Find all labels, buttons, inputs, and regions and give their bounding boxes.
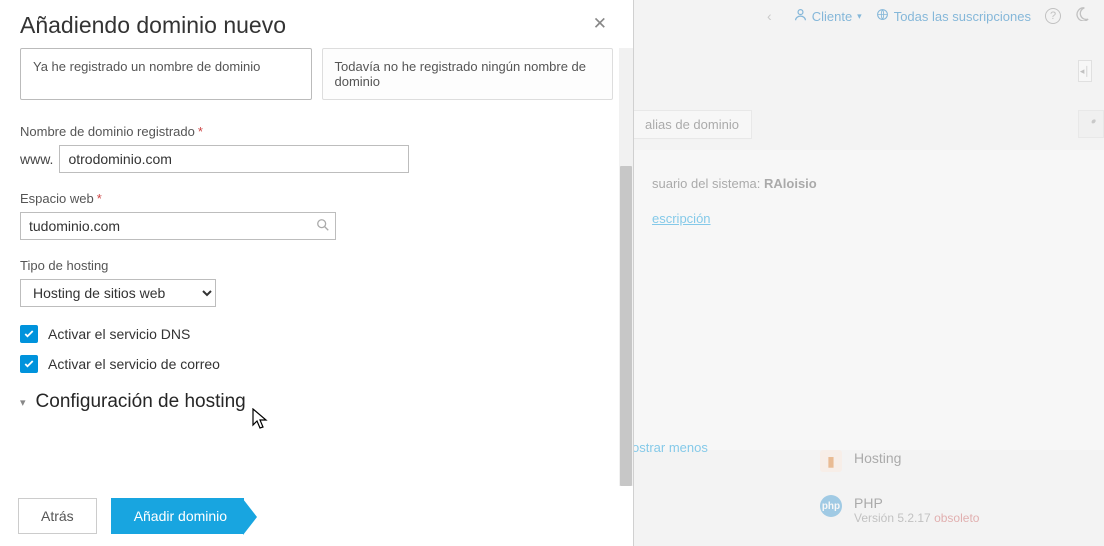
option-registered[interactable]: Ya he registrado un nombre de dominio [20,48,312,100]
chevron-down-icon: ▾ [20,396,26,409]
php-icon: php [820,495,842,517]
required-marker: * [198,124,203,139]
hosting-type-label: Tipo de hosting [20,258,613,273]
sysuser-label: suario del sistema: [652,176,760,191]
close-icon[interactable]: ✕ [587,12,613,36]
subscriptions-link[interactable]: Todas las suscripciones [876,8,1031,24]
sysuser-value: RAloisio [764,176,817,191]
tab-domain-alias[interactable]: alias de dominio [632,110,752,139]
mail-checkbox-row[interactable]: Activar el servicio de correo [20,355,613,373]
client-label: Cliente [812,9,852,24]
domain-name-label: Nombre de dominio registrado* [20,124,613,139]
add-domain-modal: Añadiendo dominio nuevo ✕ Ya he registra… [0,0,634,546]
dns-checkbox-label: Activar el servicio DNS [48,326,190,342]
dns-checkbox[interactable] [20,325,38,343]
chevron-left-icon[interactable]: ‹ [759,8,780,24]
description-link[interactable]: escripción [652,211,711,226]
check-icon [23,358,35,370]
moon-icon[interactable] [1075,6,1090,26]
client-menu[interactable]: Cliente ▾ [794,8,862,24]
bg-content: suario del sistema: RAloisio escripción [632,150,1104,450]
required-marker: * [97,191,102,206]
subscriptions-label: Todas las suscripciones [894,9,1031,24]
hosting-type-field: Tipo de hosting Hosting de sitios web [20,258,613,307]
modal-title: Añadiendo dominio nuevo [20,12,286,39]
domain-name-field: Nombre de dominio registrado* www. [20,124,613,173]
hosting-type-select[interactable]: Hosting de sitios web [20,279,216,307]
sidebar-collapse-icon[interactable]: ◂│ [1078,60,1092,82]
bg-tabs: alias de dominio [632,110,752,139]
dns-checkbox-row[interactable]: Activar el servicio DNS [20,325,613,343]
search-icon[interactable] [316,218,330,235]
mail-checkbox[interactable] [20,355,38,373]
webspace-field: Espacio web* [20,191,613,240]
show-less-row: ostrar menos [632,440,708,455]
modal-footer: Atrás Añadir dominio [0,486,633,546]
chevron-down-icon: ▾ [857,11,862,22]
domain-prefix: www. [20,151,53,167]
user-icon [794,8,807,24]
feature-php[interactable]: php PHP Versión 5.2.17 obsoleto [820,495,979,525]
wrench-icon[interactable] [1078,110,1104,138]
modal-header: Añadiendo dominio nuevo ✕ [0,0,633,47]
hosting-icon: ▮ [820,450,842,472]
help-icon[interactable]: ? [1045,8,1061,24]
modal-body: Ya he registrado un nombre de dominio To… [0,48,633,486]
domain-name-input[interactable] [59,145,409,173]
system-user-row: suario del sistema: RAloisio [652,166,1084,201]
globe-icon [876,8,889,24]
feature-php-version: Versión 5.2.17 obsoleto [854,511,979,525]
feature-php-label: PHP [854,495,979,511]
obsolete-badge: obsoleto [934,511,979,525]
webspace-label: Espacio web* [20,191,613,206]
hosting-config-section[interactable]: ▾ Configuración de hosting [20,391,613,413]
feature-hosting[interactable]: ▮ Hosting [820,450,901,472]
show-less-link[interactable]: ostrar menos [632,440,708,455]
back-button[interactable]: Atrás [18,498,97,534]
mail-checkbox-label: Activar el servicio de correo [48,356,220,372]
registration-options: Ya he registrado un nombre de dominio To… [20,48,613,100]
option-not-registered[interactable]: Todavía no he registrado ningún nombre d… [322,48,614,100]
hosting-config-title: Configuración de hosting [36,391,246,413]
add-domain-button[interactable]: Añadir dominio [111,498,244,534]
webspace-input[interactable] [20,212,336,240]
check-icon [23,328,35,340]
feature-hosting-label: Hosting [854,450,901,466]
